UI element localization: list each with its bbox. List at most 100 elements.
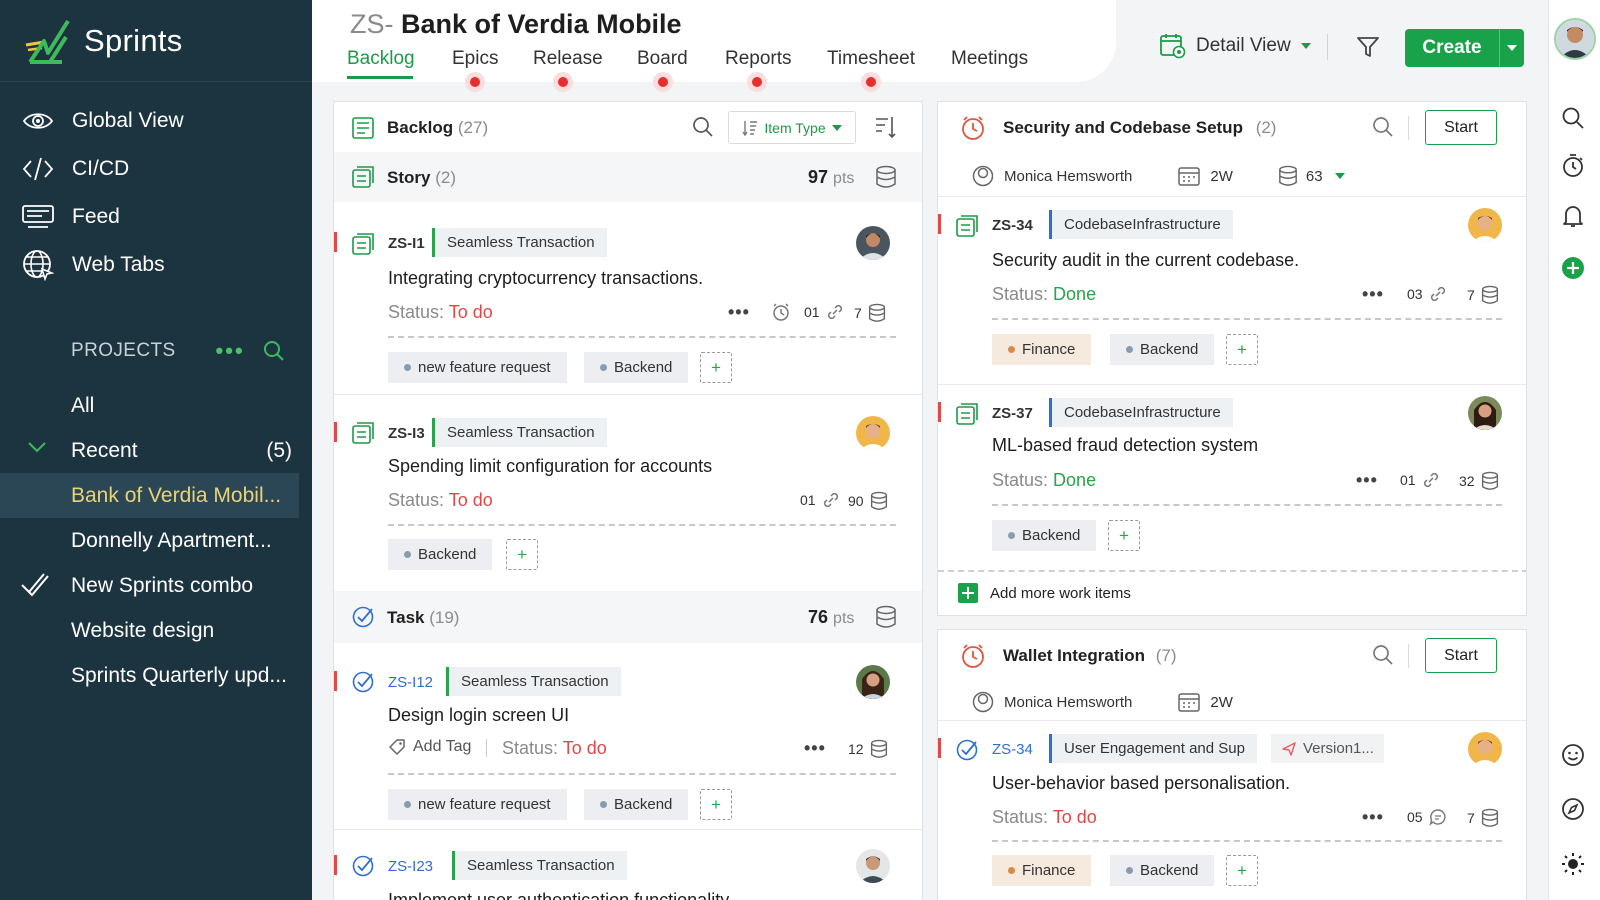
sprint-header[interactable]: Wallet Integration (7) Start xyxy=(938,630,1526,680)
tag-chip[interactable]: new feature request xyxy=(388,789,567,820)
item-id[interactable]: ZS-I3 xyxy=(388,425,425,442)
item-title[interactable]: User-behavior based personalisation. xyxy=(992,773,1290,794)
more-options-icon[interactable]: ••• xyxy=(1356,470,1378,491)
sprint-header[interactable]: Security and Codebase Setup (2) Start xyxy=(938,102,1526,152)
item-id[interactable]: ZS-I1 xyxy=(388,235,425,252)
project-item-new-sprints-combo[interactable]: New Sprints combo xyxy=(0,563,312,608)
item-title[interactable]: Implement user authentication functional… xyxy=(388,890,729,900)
item-title[interactable]: Security audit in the current codebase. xyxy=(992,250,1299,271)
assignee-avatar[interactable] xyxy=(1468,396,1502,430)
project-item-website-design[interactable]: Website design xyxy=(0,608,312,653)
project-recent-toggle[interactable]: Recent (5) xyxy=(0,428,312,473)
tag-chip[interactable]: Finance xyxy=(992,855,1092,886)
search-icon[interactable] xyxy=(1372,116,1394,138)
project-all[interactable]: All xyxy=(0,383,312,428)
filter-icon[interactable] xyxy=(1356,35,1380,59)
search-icon[interactable] xyxy=(1372,644,1394,666)
more-options-icon[interactable]: ••• xyxy=(1362,807,1384,828)
epic-chip[interactable]: CodebaseInfrastructure xyxy=(1049,398,1233,427)
tab-backlog[interactable]: Backlog xyxy=(347,48,415,70)
item-title[interactable]: Integrating cryptocurrency transactions. xyxy=(388,268,703,289)
caret-down-icon[interactable] xyxy=(1334,173,1345,179)
more-options-icon[interactable]: ••• xyxy=(216,338,245,364)
tab-release[interactable]: Release xyxy=(533,48,603,70)
nav-feed[interactable]: Feed xyxy=(0,193,312,241)
tag-chip[interactable]: Backend xyxy=(992,520,1097,551)
status-value[interactable]: Done xyxy=(1053,284,1096,304)
tag-chip[interactable]: Backend xyxy=(584,789,689,820)
search-icon[interactable] xyxy=(1561,106,1585,130)
app-brand[interactable]: Sprints xyxy=(0,0,312,82)
tab-board[interactable]: Board xyxy=(637,48,688,70)
bell-icon[interactable] xyxy=(1561,203,1585,229)
status-value[interactable]: To do xyxy=(1053,807,1097,827)
add-tag-button[interactable]: + xyxy=(1108,520,1140,551)
backlog-card[interactable]: ZS-I12 Seamless Transaction Design login… xyxy=(334,643,922,833)
sprint-owner[interactable]: Monica Hemsworth xyxy=(1004,694,1132,711)
item-type-filter[interactable]: Item Type xyxy=(728,111,856,144)
sprint-card[interactable]: ZS-34 CodebaseInfrastructure Security au… xyxy=(938,196,1526,381)
item-id[interactable]: ZS-I23 xyxy=(388,858,433,875)
add-icon[interactable] xyxy=(1561,256,1585,280)
item-id[interactable]: ZS-34 xyxy=(992,217,1033,234)
create-button[interactable]: Create xyxy=(1405,29,1524,67)
sort-order-icon[interactable] xyxy=(874,115,896,139)
item-id[interactable]: ZS-37 xyxy=(992,405,1033,422)
item-id[interactable]: ZS-I12 xyxy=(388,674,433,691)
status-value[interactable]: To do xyxy=(449,302,493,322)
theme-sun-icon[interactable] xyxy=(1561,852,1585,876)
add-tag-button[interactable]: + xyxy=(700,789,732,820)
tag-chip[interactable]: Backend xyxy=(1110,334,1215,365)
backlog-card[interactable]: ZS-I3 Seamless Transaction Spending limi… xyxy=(334,394,922,577)
more-options-icon[interactable]: ••• xyxy=(1362,284,1384,305)
assignee-avatar[interactable] xyxy=(856,226,890,260)
more-options-icon[interactable]: ••• xyxy=(804,738,826,759)
status-value[interactable]: Done xyxy=(1053,470,1096,490)
add-tag-button[interactable]: + xyxy=(1226,855,1258,886)
epic-chip[interactable]: Seamless Transaction xyxy=(446,667,621,696)
tag-chip[interactable]: Backend xyxy=(1110,855,1215,886)
epic-chip[interactable]: Seamless Transaction xyxy=(452,851,627,880)
nav-global-view[interactable]: Global View xyxy=(0,97,312,145)
nav-ci-cd[interactable]: CI/CD xyxy=(0,145,312,193)
search-icon[interactable] xyxy=(692,116,714,138)
sprint-card[interactable]: ZS-37 CodebaseInfrastructure ML-based fr… xyxy=(938,384,1526,569)
item-title[interactable]: Design login screen UI xyxy=(388,705,569,726)
tag-chip[interactable]: Backend xyxy=(388,539,493,570)
assignee-avatar[interactable] xyxy=(1468,732,1502,766)
create-dropdown-toggle[interactable] xyxy=(1499,29,1524,67)
tab-timesheet[interactable]: Timesheet xyxy=(827,48,915,70)
epic-chip[interactable]: CodebaseInfrastructure xyxy=(1049,210,1233,239)
story-group-header[interactable]: Story (2) 97 pts xyxy=(334,152,922,202)
search-icon[interactable] xyxy=(263,340,285,362)
detail-view-dropdown[interactable]: Detail View xyxy=(1160,33,1311,59)
add-tag-button[interactable]: + xyxy=(1226,334,1258,365)
assignee-avatar[interactable] xyxy=(1468,208,1502,242)
epic-chip[interactable]: User Engagement and Sup xyxy=(1049,734,1257,763)
project-item-bank-of-verdia[interactable]: Bank of Verdia Mobil... xyxy=(0,473,299,518)
timer-icon[interactable] xyxy=(1561,153,1585,179)
tab-epics[interactable]: Epics xyxy=(452,48,498,70)
tag-chip[interactable]: new feature request xyxy=(388,352,567,383)
start-sprint-button[interactable]: Start xyxy=(1425,110,1497,145)
tab-reports[interactable]: Reports xyxy=(725,48,792,70)
assignee-avatar[interactable] xyxy=(856,665,890,699)
sprint-card[interactable]: ZS-34 User Engagement and Sup Version1..… xyxy=(938,720,1526,900)
epic-chip[interactable]: Seamless Transaction xyxy=(432,418,607,447)
item-id[interactable]: ZS-34 xyxy=(992,741,1033,758)
release-chip[interactable]: Version1... xyxy=(1271,734,1384,763)
add-more-work-items[interactable]: Add more work items xyxy=(958,583,1131,603)
item-title[interactable]: Spending limit configuration for account… xyxy=(388,456,712,477)
project-item-donnelly[interactable]: Donnelly Apartment... xyxy=(0,518,312,563)
add-tag-button[interactable]: + xyxy=(700,352,732,383)
status-value[interactable]: To do xyxy=(449,490,493,510)
tag-chip[interactable]: Backend xyxy=(584,352,689,383)
compass-icon[interactable] xyxy=(1561,797,1585,821)
tag-chip[interactable]: Finance xyxy=(992,334,1092,365)
add-tag-button[interactable]: + xyxy=(506,539,538,570)
smiley-icon[interactable] xyxy=(1561,743,1585,767)
add-tag-link[interactable]: Add Tag xyxy=(388,738,471,756)
item-title[interactable]: ML-based fraud detection system xyxy=(992,435,1258,456)
backlog-card[interactable]: ZS-I1 Seamless Transaction Integrating c… xyxy=(334,202,922,392)
project-item-sprints-quarterly[interactable]: Sprints Quarterly upd... xyxy=(0,653,312,698)
